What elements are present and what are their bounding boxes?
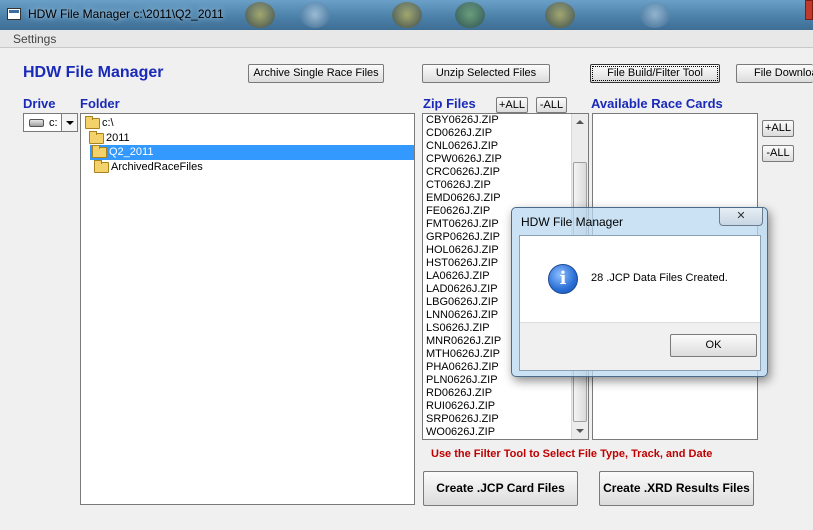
title-bar: HDW File Manager c:\2011\Q2_2011 [0, 0, 813, 30]
folder-item-selected[interactable]: Q2_2011 [90, 145, 414, 160]
window-close-button[interactable] [805, 0, 813, 20]
dialog-footer: OK [520, 322, 760, 370]
create-xrd-results-files-button[interactable]: Create .XRD Results Files [599, 471, 754, 506]
file-download-button[interactable]: File Download [736, 64, 813, 83]
zip-file-item[interactable]: RD0626J.ZIP [426, 387, 502, 400]
drive-select[interactable]: c: [23, 113, 78, 132]
folder-item-label: ArchivedRaceFiles [111, 161, 203, 173]
window-title: HDW File Manager c:\2011\Q2_2011 [28, 7, 224, 21]
chevron-down-icon[interactable] [61, 114, 77, 131]
app-heading: HDW File Manager [23, 64, 164, 81]
title-decoration [640, 2, 670, 28]
info-icon: i [548, 264, 578, 294]
race-cards-add-all-button[interactable]: +ALL [762, 120, 794, 137]
race-cards-remove-all-button[interactable]: -ALL [762, 145, 794, 162]
zip-file-item[interactable]: LA0626J.ZIP [426, 270, 502, 283]
zip-file-item[interactable]: PHA0626J.ZIP [426, 361, 502, 374]
zip-file-item[interactable]: MTH0626J.ZIP [426, 348, 502, 361]
title-decoration [300, 2, 330, 28]
zip-file-item[interactable]: HOL0626J.ZIP [426, 244, 502, 257]
zip-file-item[interactable]: CT0626J.ZIP [426, 179, 502, 192]
zip-files-label: Zip Files [423, 96, 476, 111]
message-dialog: HDW File Manager ✕ i 28 .JCP Data Files … [511, 207, 768, 377]
unzip-selected-files-button[interactable]: Unzip Selected Files [422, 64, 550, 83]
folder-icon [94, 160, 109, 173]
zip-file-item[interactable]: LBG0626J.ZIP [426, 296, 502, 309]
zip-file-item[interactable]: FE0626J.ZIP [426, 205, 502, 218]
archive-single-race-files-button[interactable]: Archive Single Race Files [248, 64, 384, 83]
zip-file-item[interactable]: CPW0626J.ZIP [426, 153, 502, 166]
menu-bar: Settings [0, 30, 813, 48]
folder-item-label: c:\ [102, 117, 114, 129]
dialog-title: HDW File Manager [521, 215, 624, 229]
folder-item-label: 2011 [106, 132, 130, 144]
zip-file-item[interactable]: RUI0626J.ZIP [426, 400, 502, 413]
folder-tree[interactable]: c:\ 2011 Q2_2011 ArchivedRaceFiles [80, 113, 415, 505]
dialog-message: 28 .JCP Data Files Created. [591, 272, 728, 284]
zip-add-all-button[interactable]: +ALL [496, 97, 528, 113]
zip-file-item[interactable]: HST0626J.ZIP [426, 257, 502, 270]
zip-file-item[interactable]: EMD0626J.ZIP [426, 192, 502, 205]
ok-button[interactable]: OK [670, 334, 757, 357]
menu-settings[interactable]: Settings [13, 32, 56, 46]
folder-open-icon [89, 131, 104, 144]
dialog-close-button[interactable]: ✕ [719, 208, 763, 226]
title-decoration [245, 2, 275, 28]
zip-file-item[interactable]: FMT0626J.ZIP [426, 218, 502, 231]
dialog-body: i 28 .JCP Data Files Created. OK [519, 235, 761, 371]
zip-files-items: CBY0626J.ZIP CD0626J.ZIP CNL0626J.ZIP CPW06… [426, 114, 502, 439]
zip-file-item[interactable]: GRP0626J.ZIP [426, 231, 502, 244]
scroll-down-icon[interactable] [576, 429, 584, 433]
zip-file-item[interactable]: PLN0626J.ZIP [426, 374, 502, 387]
create-jcp-card-files-button[interactable]: Create .JCP Card Files [423, 471, 578, 506]
hard-drive-icon [29, 119, 44, 127]
folder-item[interactable]: c:\ [83, 116, 114, 131]
folder-open-icon [85, 116, 100, 129]
zip-file-item[interactable]: CRC0626J.ZIP [426, 166, 502, 179]
zip-file-item[interactable]: SRP0626J.ZIP [426, 413, 502, 426]
filter-tool-note: Use the Filter Tool to Select File Type,… [431, 448, 713, 460]
app-icon [7, 8, 21, 20]
scroll-up-icon[interactable] [576, 120, 584, 124]
folder-item[interactable]: ArchivedRaceFiles [92, 160, 203, 175]
zip-file-item[interactable]: LS0626J.ZIP [426, 322, 502, 335]
folder-item-label: Q2_2011 [109, 146, 154, 158]
zip-file-item[interactable]: LNN0626J.ZIP [426, 309, 502, 322]
file-build-filter-tool-button[interactable]: File Build/Filter Tool [590, 64, 720, 83]
title-decoration [392, 2, 422, 28]
zip-file-item[interactable]: WO0626J.ZIP [426, 426, 502, 439]
zip-remove-all-button[interactable]: -ALL [536, 97, 567, 113]
title-decoration [545, 2, 575, 28]
available-race-cards-label: Available Race Cards [591, 96, 723, 111]
zip-file-item[interactable]: CD0626J.ZIP [426, 127, 502, 140]
zip-file-item[interactable]: CNL0626J.ZIP [426, 140, 502, 153]
folder-open-icon [92, 145, 107, 158]
title-decoration [455, 2, 485, 28]
zip-file-item[interactable]: MNR0626J.ZIP [426, 335, 502, 348]
folder-label: Folder [80, 96, 120, 111]
drive-select-value: c: [49, 117, 58, 129]
zip-file-item[interactable]: LAD0626J.ZIP [426, 283, 502, 296]
folder-item[interactable]: 2011 [87, 131, 130, 146]
drive-label: Drive [23, 96, 56, 111]
zip-file-item[interactable]: CBY0626J.ZIP [426, 114, 502, 127]
